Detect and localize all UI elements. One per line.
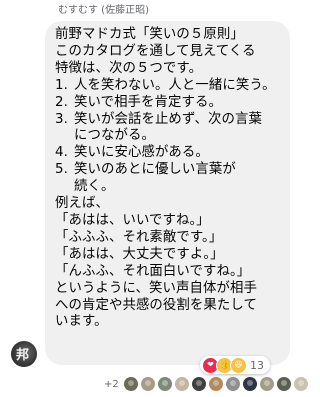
seen-by-avatar[interactable] — [140, 377, 155, 391]
message-line: への肯定や共感の役割を果たして — [55, 297, 257, 313]
message-line: 前野マドカ式「笑いの５原則」 — [55, 27, 244, 42]
seen-by-avatar[interactable] — [276, 377, 291, 391]
list-item-text: 人を笑わない。人と一緒に笑う。 — [74, 77, 276, 93]
seen-by-avatar[interactable] — [242, 377, 257, 391]
message-line: 例えば、 — [55, 196, 109, 212]
sender-avatar[interactable]: 邦 — [11, 341, 37, 367]
message-line: 「ふふふ、それ素敵です。」 — [55, 229, 223, 245]
list-number: 3. — [55, 111, 68, 127]
message-line: 「あはは、大丈夫ですよ。」 — [55, 246, 224, 262]
seen-by-avatar[interactable] — [208, 377, 223, 391]
seen-by-avatar[interactable] — [259, 377, 274, 391]
seen-by-avatar[interactable] — [293, 377, 308, 391]
message-bubble[interactable]: 前野マドカ式「笑いの５原則」 このカタログを通して見えてくる 特徴は、次の５つで… — [45, 21, 290, 365]
avatar-initial: 邦 — [16, 348, 30, 363]
list-item-1: 1. 人を笑わない。人と一緒に笑う。 — [55, 78, 280, 95]
laughing-face-icon: 😆 — [230, 356, 247, 374]
seen-by-avatar[interactable] — [157, 377, 172, 391]
sender-name[interactable]: むすむす (佐藤正昭) — [58, 4, 149, 17]
seen-by-avatar[interactable] — [191, 377, 206, 391]
seen-by-avatar[interactable] — [225, 377, 240, 391]
list-number: 5. — [55, 162, 68, 178]
list-item-text: 笑いに安心感がある。 — [74, 145, 209, 161]
list-item-5: 5. 笑いのあとに優しい言葉が — [55, 162, 280, 179]
message-line: というように、笑い声自体が相手 — [55, 280, 257, 296]
reactions-summary[interactable]: ❤ 👍 😆 13 — [200, 356, 270, 374]
list-number: 1. — [55, 77, 68, 93]
message-line: います。 — [55, 314, 108, 330]
message-line: 特徴は、次の５つです。 — [55, 60, 203, 76]
list-item-3: 3. 笑いが会話を止めず、次の言葉 — [55, 112, 280, 129]
list-item-text: 笑いで相手を肯定する。 — [74, 94, 222, 110]
list-item-continuation: 続く。 — [74, 179, 115, 195]
list-number: 4. — [55, 145, 68, 161]
list-item-2: 2. 笑いで相手を肯定する。 — [55, 95, 280, 112]
list-number: 2. — [55, 94, 68, 110]
message-line: 「あはは、いいですね。」 — [55, 212, 210, 228]
seen-by-more-count[interactable]: +2 — [104, 379, 119, 390]
seen-by-row[interactable]: +2 — [104, 377, 311, 391]
list-item-continuation: につながる。 — [74, 128, 155, 144]
reaction-count: 13 — [250, 358, 264, 372]
list-item-text: 笑いが会話を止めず、次の言葉 — [74, 111, 262, 127]
seen-by-avatar[interactable] — [174, 377, 189, 391]
list-item-4: 4. 笑いに安心感がある。 — [55, 145, 280, 162]
message-line: このカタログを通して見えてくる — [55, 43, 256, 59]
message-line: 「んふふ、それ面白いですね。」 — [55, 263, 251, 279]
seen-by-avatar[interactable] — [123, 377, 138, 391]
list-item-text: 笑いのあとに優しい言葉が — [74, 162, 236, 178]
